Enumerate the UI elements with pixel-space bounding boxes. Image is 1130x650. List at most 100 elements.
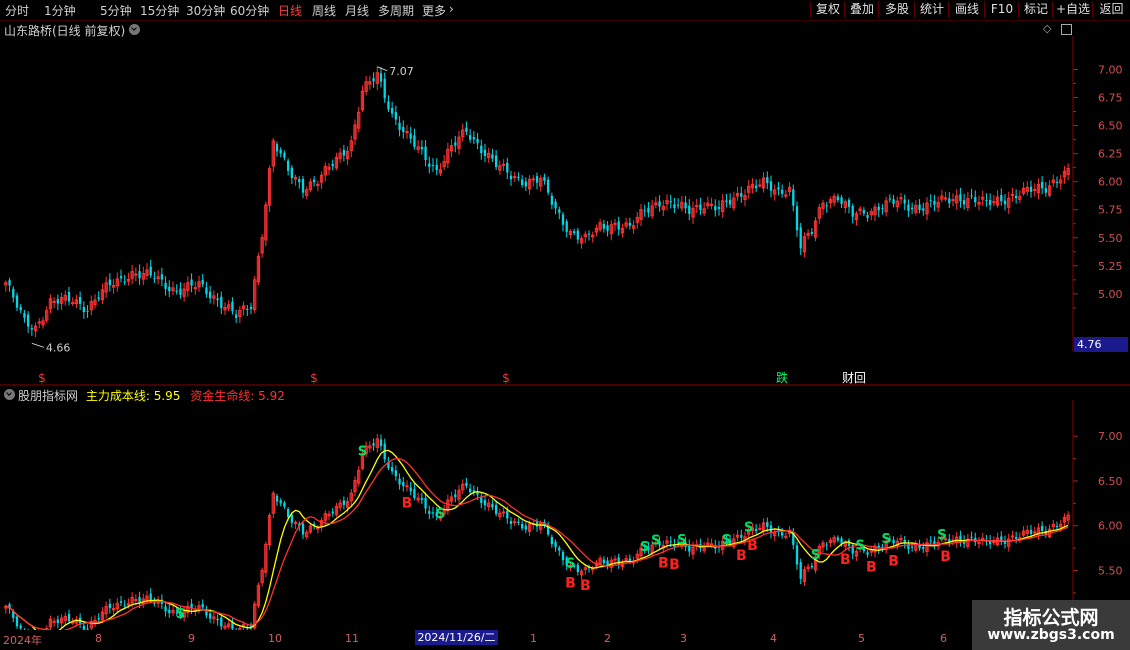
- candle-body: [435, 164, 438, 171]
- candle-body: [988, 200, 992, 205]
- chevron-right-icon[interactable]: ›: [449, 2, 454, 16]
- candle-body: [517, 176, 520, 178]
- period-tab-more[interactable]: 更多: [422, 2, 446, 19]
- period-tab-60min[interactable]: 60分钟: [230, 2, 269, 19]
- multi-stock-button[interactable]: 多股: [878, 1, 915, 18]
- candle-body: [1010, 535, 1015, 538]
- candle-body: [948, 198, 951, 204]
- date-label: 1: [530, 632, 537, 645]
- candle-body: [836, 537, 840, 541]
- sell-signal: S: [881, 532, 890, 547]
- watermark-title: 指标公式网: [1003, 607, 1099, 629]
- candle-body: [851, 205, 854, 217]
- statistics-button[interactable]: 统计: [914, 1, 949, 18]
- candle-body: [554, 541, 557, 548]
- candle-body: [524, 525, 528, 530]
- candle-body: [992, 541, 996, 544]
- date-label: 2: [604, 632, 611, 645]
- period-tab-monthly[interactable]: 月线: [345, 2, 369, 19]
- y-tick-label: 6.00: [1098, 520, 1123, 533]
- candle-body: [709, 203, 714, 206]
- period-tab-30min[interactable]: 30分钟: [186, 2, 225, 19]
- price-chart[interactable]: 7.07 4.66 $ $ $ 跌 财回 7.00 6.75 6.50 6.25 6.00 5.75 5…: [0, 36, 1130, 386]
- candle-body: [903, 199, 906, 204]
- watermark: 指标公式网 www.zbgs3.com: [972, 600, 1130, 650]
- candle-body: [331, 511, 334, 514]
- y-tick-label: 5.75: [1098, 204, 1123, 217]
- candle-body: [970, 536, 973, 538]
- period-tab-multi[interactable]: 多周期: [378, 2, 414, 19]
- candle-body: [201, 279, 204, 285]
- y-tick-label: 5.50: [1098, 565, 1123, 578]
- candle-body: [119, 601, 123, 603]
- candle-body: [881, 208, 884, 210]
- candle-body: [907, 204, 910, 211]
- candle-body: [234, 314, 238, 318]
- candle-body: [465, 127, 468, 132]
- candle-body: [669, 541, 672, 543]
- candle-body: [795, 545, 799, 565]
- buy-signal: B: [669, 557, 680, 573]
- candle-body: [424, 146, 427, 160]
- low-label: 4.66: [46, 341, 71, 354]
- candle-body: [754, 185, 758, 189]
- back-button[interactable]: 返回: [1092, 1, 1130, 18]
- add-watchlist-button[interactable]: +自选: [1052, 1, 1093, 18]
- y-tick-label: 6.50: [1098, 120, 1123, 133]
- indicator-chart[interactable]: BSBSBSSBBSSBSBSSBBSBSBSBSB 7.006.506.005…: [0, 400, 1130, 630]
- period-tab-1min[interactable]: 1分钟: [44, 2, 76, 19]
- candle-body: [431, 512, 435, 514]
- overlay-button[interactable]: 叠加: [844, 1, 879, 18]
- fuquan-button[interactable]: 复权: [810, 1, 845, 18]
- period-tab-weekly[interactable]: 周线: [312, 2, 336, 19]
- candle-body: [454, 142, 457, 146]
- period-tab-15min[interactable]: 15分钟: [140, 2, 179, 19]
- candle-body: [688, 205, 691, 214]
- diamond-icon[interactable]: ◇: [1043, 22, 1051, 35]
- mark-button[interactable]: 标记: [1018, 1, 1053, 18]
- candle-body: [402, 126, 405, 132]
- candle-body: [216, 618, 219, 621]
- candle-body: [628, 558, 632, 561]
- sell-signal: S: [722, 533, 731, 548]
- candle-body: [740, 193, 743, 197]
- candle-body: [193, 287, 197, 290]
- candle-body: [205, 287, 208, 295]
- candle-body: [554, 201, 557, 209]
- date-highlight: 2024/11/26/二: [415, 630, 498, 645]
- candle-body: [201, 604, 204, 608]
- candle-body: [97, 297, 100, 300]
- candle-body: [82, 307, 86, 313]
- candle-body: [153, 602, 156, 604]
- candle-body: [283, 502, 286, 507]
- candle-body: [840, 538, 843, 544]
- candle-body: [387, 101, 390, 110]
- candle-body: [714, 206, 717, 211]
- candle-body: [1029, 529, 1033, 534]
- sell-signal: S: [651, 534, 660, 549]
- candle-body: [1033, 531, 1037, 534]
- candle-body: [799, 227, 802, 249]
- candle-body: [420, 146, 424, 150]
- f10-button[interactable]: F10: [984, 1, 1019, 18]
- candle-body: [501, 511, 506, 514]
- period-tab-5min[interactable]: 5分钟: [100, 2, 132, 19]
- candle-body: [316, 183, 320, 186]
- candle-body: [331, 163, 334, 167]
- candle-body: [862, 210, 866, 214]
- buy-signal: B: [658, 556, 669, 572]
- candle-body: [740, 534, 743, 538]
- candle-body: [866, 214, 869, 218]
- period-tab-intraday[interactable]: 分时: [5, 2, 29, 19]
- candle-body: [97, 618, 100, 620]
- candle-body: [825, 544, 828, 546]
- window-toggle-icon[interactable]: [1061, 24, 1072, 35]
- chevron-down-icon[interactable]: [129, 24, 140, 35]
- candle-body: [509, 175, 513, 180]
- candle-body: [643, 210, 646, 212]
- date-label: 11: [345, 632, 359, 645]
- candle-body: [138, 271, 141, 279]
- draw-line-button[interactable]: 画线: [948, 1, 985, 18]
- candle-body: [658, 201, 661, 207]
- period-tab-daily[interactable]: 日线: [278, 2, 302, 19]
